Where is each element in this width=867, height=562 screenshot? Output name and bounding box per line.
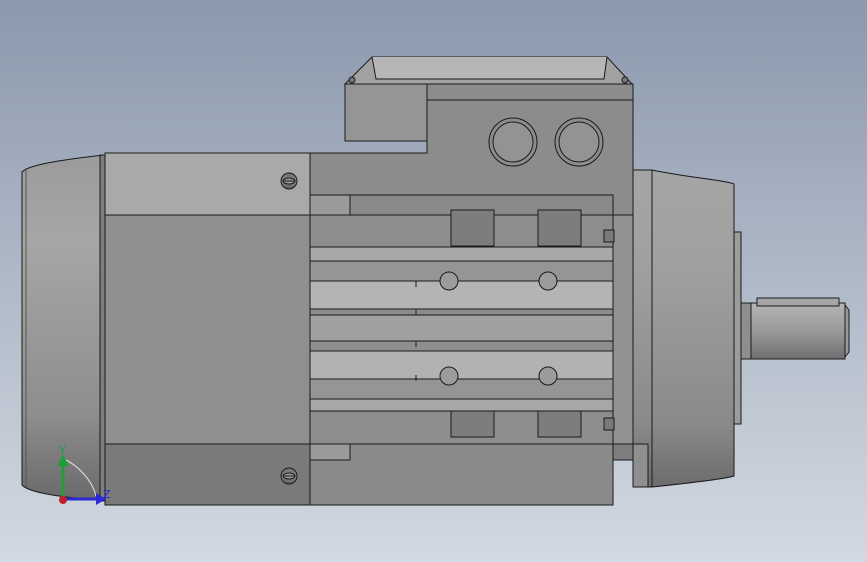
graphics-viewport[interactable]: Y Z bbox=[0, 0, 867, 562]
fin-bolt-3 bbox=[439, 366, 459, 386]
motor-shaft bbox=[740, 302, 846, 360]
shaft-key bbox=[756, 297, 840, 307]
cooling-fins bbox=[309, 214, 614, 445]
mounting-boss-4 bbox=[537, 410, 582, 438]
mounting-boss-2 bbox=[537, 209, 582, 247]
triad-y-label: Y bbox=[58, 444, 66, 457]
cable-gland-1 bbox=[488, 117, 538, 167]
stator-housing-bottom bbox=[104, 443, 311, 506]
housing-screw-bottom bbox=[280, 467, 298, 485]
triad-z-label: Z bbox=[103, 488, 111, 501]
stator-housing-middle bbox=[104, 214, 311, 445]
fan-cover-rim bbox=[99, 154, 106, 502]
stator-housing-top bbox=[104, 152, 311, 216]
mounting-boss-1 bbox=[450, 209, 495, 247]
fin-bolt-1 bbox=[439, 271, 459, 291]
triad-x-axis-dot bbox=[59, 496, 67, 504]
fin-bolt-4 bbox=[538, 366, 558, 386]
housing-screw-top bbox=[280, 172, 298, 190]
fin-bolt-2 bbox=[538, 271, 558, 291]
mounting-boss-3 bbox=[450, 410, 495, 438]
motor-3d-model[interactable]: Y Z bbox=[0, 0, 867, 562]
cable-gland-2 bbox=[554, 117, 604, 167]
drive-end-bearing-shield bbox=[632, 169, 735, 488]
